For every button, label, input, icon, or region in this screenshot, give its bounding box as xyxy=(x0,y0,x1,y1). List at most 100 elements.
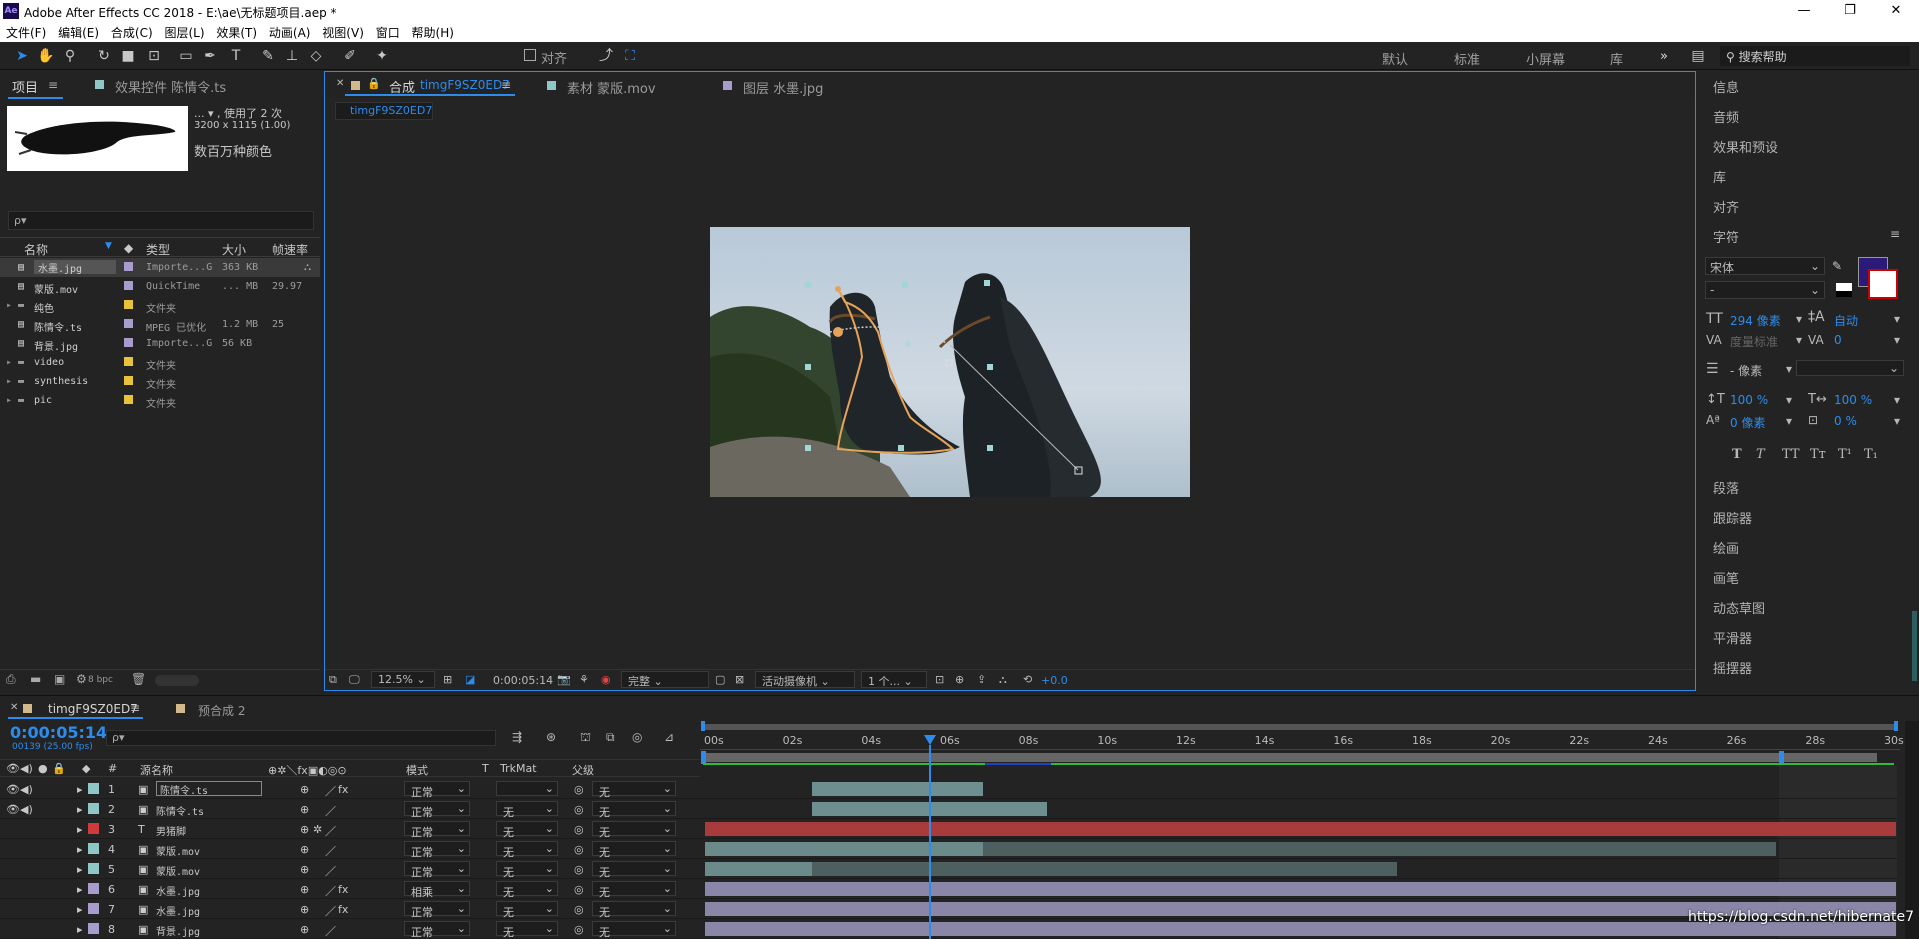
layer-track[interactable] xyxy=(700,859,1897,879)
layer-expand-arrow-icon[interactable]: ▸ xyxy=(77,923,83,936)
settings-icon[interactable]: ⚙ xyxy=(76,672,87,686)
quality-switch-icon[interactable]: ／ xyxy=(325,783,336,799)
kerning-dropdown-icon[interactable]: ▾ xyxy=(1796,333,1802,347)
roi-icon[interactable]: ▢ xyxy=(715,673,725,686)
layer-parent-dropdown[interactable]: 无 ⌄ xyxy=(592,841,676,859)
col-parent[interactable]: 父级 xyxy=(572,762,594,778)
layer-label-swatch[interactable] xyxy=(88,803,99,814)
layer-parent-dropdown[interactable]: 无 ⌄ xyxy=(592,901,676,919)
layer-trkmat-dropdown[interactable]: 无 ⌄ xyxy=(496,861,558,879)
parent-pickwhip-icon[interactable]: ◎ xyxy=(574,783,584,796)
expand-arrow-icon[interactable]: ▸ xyxy=(6,300,12,311)
timeline-layer-row[interactable]: ▸ ⊕ ／ fx ◎ 7 ▣ 水墨.jpg 正常 ⌄ 无 ⌄ 无 ⌄ xyxy=(0,899,700,919)
shy-switch-icon[interactable]: ⊕ xyxy=(300,783,309,796)
video-switch-icon[interactable]: 👁 xyxy=(6,762,20,775)
col-type[interactable]: 类型 xyxy=(146,241,170,258)
col-size[interactable]: 大小 xyxy=(222,241,246,258)
shy-switch-icon[interactable]: ⊕ xyxy=(300,823,309,836)
menu-file[interactable]: 文件(F) xyxy=(0,22,46,41)
playhead-handle[interactable] xyxy=(924,735,936,745)
workspace-small-screen[interactable]: 小屏幕 xyxy=(1526,49,1565,68)
shy-switch-icon[interactable]: ⊕ xyxy=(300,803,309,816)
panel-motion-sketch[interactable]: 动态草图 xyxy=(1713,598,1765,617)
toggle-view-icon[interactable]: ⊡ xyxy=(935,673,944,686)
layer-mode-dropdown[interactable]: 正常 ⌄ xyxy=(404,781,470,799)
workspace-library[interactable]: 库 xyxy=(1610,49,1623,68)
grid-icon[interactable]: ⊞ xyxy=(443,673,452,686)
tab-precomp-2[interactable]: 预合成 2 xyxy=(198,702,245,719)
show-snapshot-icon[interactable]: ⚘ xyxy=(579,673,589,686)
timeline-search-input[interactable]: ρ▾ xyxy=(106,730,496,746)
project-search-input[interactable]: ρ▾ xyxy=(8,211,314,230)
label-color-swatch[interactable] xyxy=(124,281,133,290)
col-source-name[interactable]: 源名称 xyxy=(140,762,173,778)
layer-expand-arrow-icon[interactable]: ▸ xyxy=(77,843,83,856)
resolution-dropdown[interactable]: 完整 ⌄ xyxy=(621,671,709,688)
quality-switch-icon[interactable]: ／ xyxy=(325,863,336,879)
puppet-pin-tool-icon[interactable]: ✦ xyxy=(372,46,392,66)
layer-track[interactable] xyxy=(700,839,1897,859)
menu-composition[interactable]: 合成(C) xyxy=(105,22,153,41)
menu-edit[interactable]: 编辑(E) xyxy=(52,22,99,41)
menu-view[interactable]: 视图(V) xyxy=(316,22,364,41)
project-item[interactable]: ▤ 蒙版.mov QuickTime ... MB 29.97 xyxy=(0,277,320,296)
horizontal-scale-value[interactable]: 100 % xyxy=(1834,393,1872,407)
layer-label-swatch[interactable] xyxy=(88,883,99,894)
right-panel-scrollbar[interactable] xyxy=(1912,611,1917,681)
pan-behind-tool-icon[interactable]: ⊡ xyxy=(144,46,164,66)
comp-flowchart-tab[interactable]: timgF9SZ0ED7 xyxy=(335,102,433,120)
collapse-switch-icon[interactable]: ✲ xyxy=(313,823,322,836)
leading-dropdown-icon[interactable]: ▾ xyxy=(1894,312,1900,326)
label-color-swatch[interactable] xyxy=(124,357,133,366)
tab-project[interactable]: 项目 xyxy=(12,77,38,96)
timeline-layer-row[interactable]: 👁 ◀) ▸ ⊕ ／ fx ◎ 1 ▣ 陈情令.ts 正常 ⌄ ⌄ 无 ⌄ xyxy=(0,779,700,799)
monitor-icon[interactable]: 🖵 xyxy=(349,673,360,687)
label-col-icon[interactable]: ◆ xyxy=(124,241,133,255)
label-color-swatch[interactable] xyxy=(124,319,133,328)
new-folder-icon[interactable]: ▬ xyxy=(30,672,41,686)
tsume-dropdown-icon[interactable]: ▾ xyxy=(1894,414,1900,428)
shy-switch-icon[interactable]: ⊕ xyxy=(300,903,309,916)
layer-track[interactable] xyxy=(700,819,1897,839)
frame-blending-icon[interactable]: ⧉ xyxy=(606,730,615,745)
clone-stamp-tool-icon[interactable]: ⊥ xyxy=(282,46,302,66)
project-item[interactable]: ▸ ▬ synthesis 文件夹 xyxy=(0,372,320,391)
vertical-scale-dropdown-icon[interactable]: ▾ xyxy=(1786,393,1792,407)
all-caps-button[interactable]: TT xyxy=(1782,447,1800,462)
menu-help[interactable]: 帮助(H) xyxy=(406,22,454,41)
new-comp-icon[interactable]: ▣ xyxy=(54,672,65,686)
label-color-swatch[interactable] xyxy=(124,338,133,347)
col-t[interactable]: T xyxy=(482,762,489,775)
shy-layers-icon[interactable]: ⛫ xyxy=(580,730,591,746)
layer-source-name[interactable]: 陈情令.ts xyxy=(156,803,204,818)
lock-column-icon[interactable]: 🔒 xyxy=(52,762,66,775)
label-color-swatch[interactable] xyxy=(124,376,133,385)
tab-timeline-comp[interactable]: timgF9SZ0ED7 xyxy=(48,702,138,716)
layer-expand-arrow-icon[interactable]: ▸ xyxy=(77,903,83,916)
font-size-dropdown-icon[interactable]: ▾ xyxy=(1796,312,1802,326)
tab-footage[interactable]: 素材 蒙版.mov xyxy=(567,78,656,97)
parent-pickwhip-icon[interactable]: ◎ xyxy=(574,883,584,896)
audio-toggle-icon[interactable]: ◀) xyxy=(20,783,33,796)
rectangle-tool-icon[interactable]: ▭ xyxy=(176,46,196,66)
layer-parent-dropdown[interactable]: 无 ⌄ xyxy=(592,881,676,899)
layer-mode-dropdown[interactable]: 正常 ⌄ xyxy=(404,801,470,819)
snap-icon[interactable]: ⤴ xyxy=(596,46,616,66)
help-search-input[interactable]: ⚲ 搜索帮助 xyxy=(1720,46,1910,66)
fit-icon[interactable]: ⊕ xyxy=(955,673,964,686)
layer-label-swatch[interactable] xyxy=(88,823,99,834)
layer-expand-arrow-icon[interactable]: ▸ xyxy=(77,803,83,816)
small-caps-button[interactable]: Tт xyxy=(1810,447,1826,462)
time-navigator[interactable] xyxy=(703,724,1897,730)
expand-arrow-icon[interactable]: ▸ xyxy=(6,357,12,368)
timeline-layer-row[interactable]: ▸ ⊕ ／ ◎ 4 ▣ 蒙版.mov 正常 ⌄ 无 ⌄ 无 ⌄ xyxy=(0,839,700,859)
layer-duration-bar[interactable] xyxy=(705,842,988,856)
col-mode[interactable]: 模式 xyxy=(406,762,428,778)
shy-switch-icon[interactable]: ⊕ xyxy=(300,863,309,876)
layer-trkmat-dropdown[interactable]: 无 ⌄ xyxy=(496,821,558,839)
roto-brush-tool-icon[interactable]: ✐ xyxy=(340,46,360,66)
layer-mode-dropdown[interactable]: 正常 ⌄ xyxy=(404,841,470,859)
motion-blur-icon[interactable]: ◎ xyxy=(632,730,642,744)
shy-switch-icon[interactable]: ⊕ xyxy=(300,923,309,936)
interpret-footage-icon[interactable]: ⎙ xyxy=(6,672,16,687)
